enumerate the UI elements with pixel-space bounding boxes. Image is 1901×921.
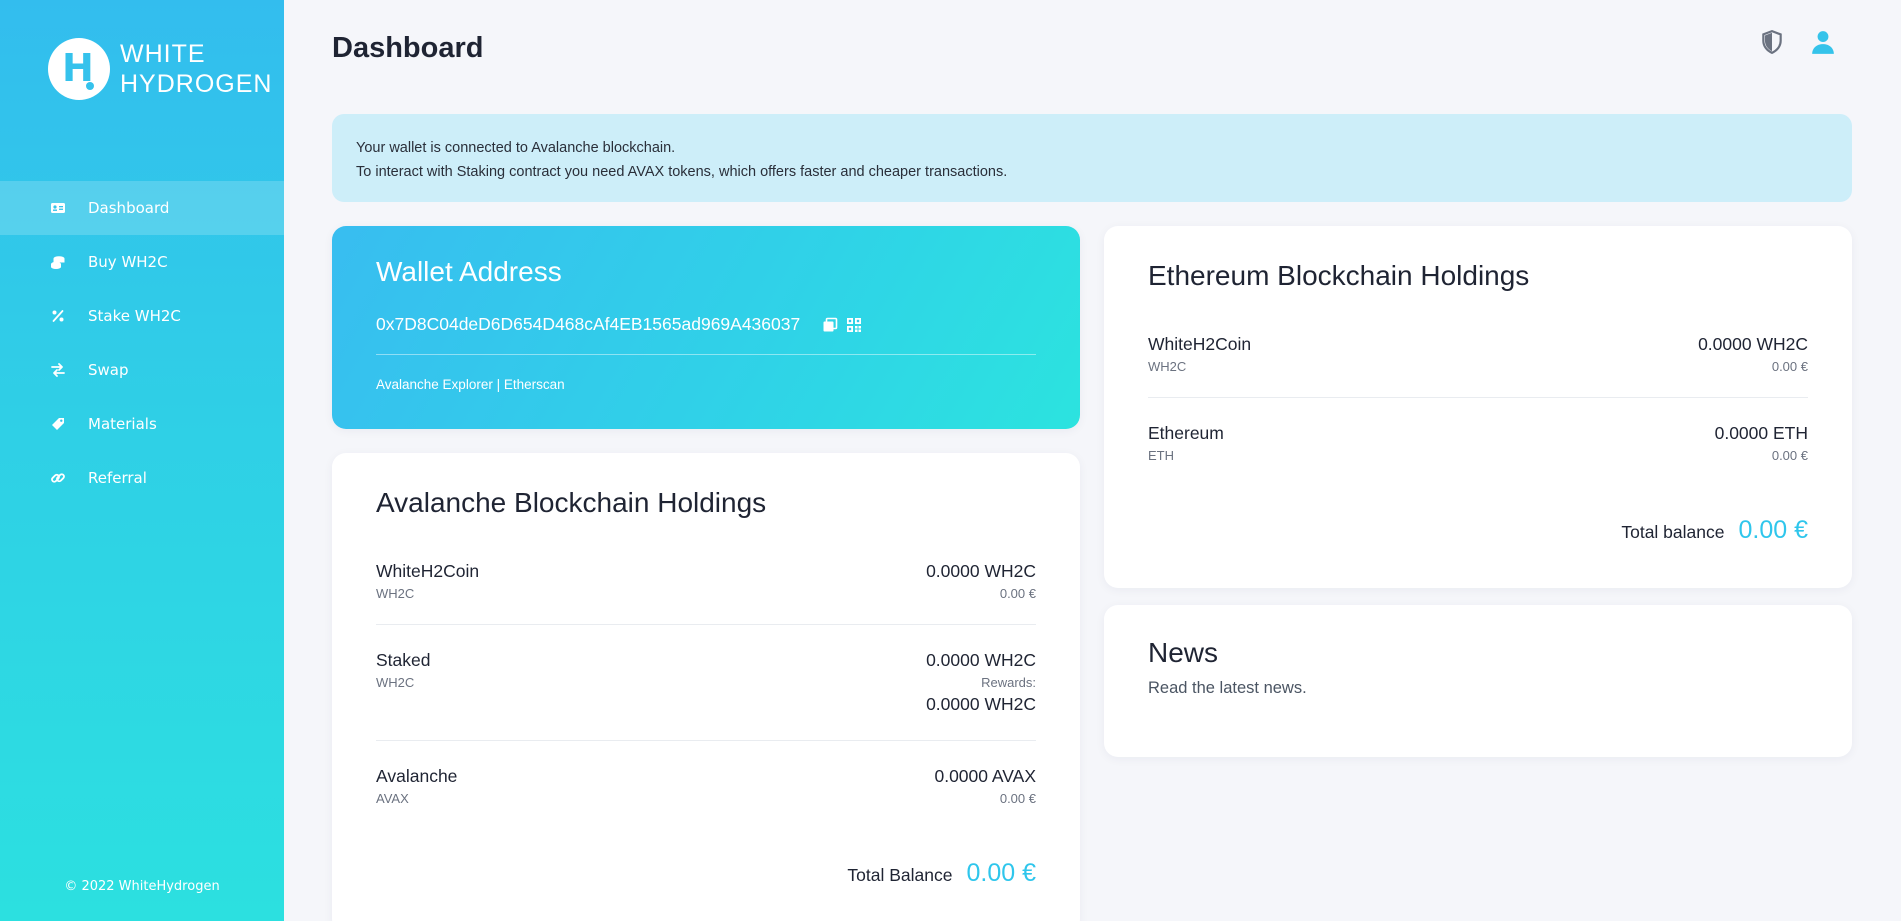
- holding-row-staked: Staked WH2C 0.0000 WH2C Rewards: 0.0000 …: [376, 650, 1036, 714]
- brand-name: WHITE HYDROGEN: [120, 39, 272, 99]
- percent-icon: [50, 308, 66, 324]
- brand-logo[interactable]: H WHITE HYDROGEN: [48, 38, 272, 100]
- user-icon[interactable]: [1810, 29, 1836, 55]
- holding-row-avax: Avalanche AVAX 0.0000 AVAX 0.00 €: [376, 766, 1036, 806]
- alert-line1: Your wallet is connected to Avalanche bl…: [356, 140, 676, 156]
- holding-eur-value: 0.00 €: [1771, 448, 1808, 463]
- sidebar-item-label: Referral: [88, 469, 147, 487]
- brand-name-line2: HYDROGEN: [120, 70, 273, 98]
- alert-line2: To interact with Staking contract you ne…: [356, 164, 1008, 180]
- holding-symbol: ETH: [1148, 448, 1174, 463]
- sidebar-item-swap[interactable]: Swap: [0, 343, 284, 397]
- holding-eur-value: 0.00 €: [999, 791, 1036, 806]
- brand-name-line1: WHITE: [120, 40, 206, 68]
- sidebar-item-dashboard[interactable]: Dashboard: [0, 181, 284, 235]
- qr-code-icon[interactable]: [846, 317, 862, 333]
- holding-amount: 0.0000 ETH: [1714, 423, 1808, 443]
- wallet-address-card: Wallet Address 0x7D8C04deD6D654D468cAf4E…: [332, 226, 1080, 429]
- sidebar-nav: Dashboard Buy WH2C Stake WH2C Swap Mater…: [0, 181, 284, 505]
- holding-row-wh2c: WhiteH2Coin WH2C 0.0000 WH2C 0.00 €: [376, 561, 1036, 601]
- logo-dot: [86, 82, 94, 90]
- holding-row-wh2c: WhiteH2Coin WH2C 0.0000 WH2C 0.00 €: [1148, 334, 1808, 374]
- wallet-divider: [376, 354, 1036, 355]
- news-card[interactable]: News Read the latest news.: [1104, 605, 1852, 757]
- total-balance-value: 0.00 €: [966, 859, 1036, 887]
- explorer-links: Avalanche Explorer | Etherscan: [376, 377, 565, 392]
- sidebar-item-label: Dashboard: [88, 199, 170, 217]
- avalanche-holdings-title: Avalanche Blockchain Holdings: [376, 487, 767, 518]
- sidebar-footer: © 2022 WhiteHydrogen: [64, 879, 220, 894]
- holding-amount: 0.0000 AVAX: [934, 766, 1036, 786]
- news-title: News: [1148, 637, 1219, 668]
- sidebar-item-materials[interactable]: Materials: [0, 397, 284, 451]
- logo-mark: H: [48, 38, 110, 100]
- row-divider: [376, 740, 1036, 741]
- ethereum-holdings-title: Ethereum Blockchain Holdings: [1148, 260, 1530, 291]
- holding-name: Ethereum: [1148, 423, 1224, 443]
- holding-amount: 0.0000 WH2C: [926, 650, 1036, 670]
- wallet-title: Wallet Address: [376, 256, 562, 287]
- total-balance-label: Total balance: [1621, 522, 1725, 542]
- swap-arrows-icon: [50, 362, 66, 378]
- total-balance-value: 0.00 €: [1738, 516, 1808, 544]
- wallet-connection-alert: Your wallet is connected to Avalanche bl…: [332, 114, 1852, 202]
- tag-icon: [50, 416, 66, 432]
- row-divider: [376, 624, 1036, 625]
- avalanche-total-balance: Total Balance 0.00 €: [847, 859, 1036, 888]
- sidebar-item-stake-wh2c[interactable]: Stake WH2C: [0, 289, 284, 343]
- holding-row-eth: Ethereum ETH 0.0000 ETH 0.00 €: [1148, 423, 1808, 463]
- holding-eur-value: 0.00 €: [999, 586, 1036, 601]
- holding-amount: 0.0000 WH2C: [926, 561, 1036, 581]
- page-title: Dashboard: [332, 32, 484, 64]
- wallet-address-row: 0x7D8C04deD6D654D468cAf4EB1565ad969A4360…: [376, 314, 862, 335]
- rewards-amount: 0.0000 WH2C: [926, 694, 1036, 714]
- id-card-icon: [50, 200, 66, 216]
- sidebar-item-label: Buy WH2C: [88, 253, 168, 271]
- ethereum-holdings-card: Ethereum Blockchain Holdings WhiteH2Coin…: [1104, 226, 1852, 588]
- sidebar-item-referral[interactable]: Referral: [0, 451, 284, 505]
- avalanche-explorer-link[interactable]: Avalanche Explorer: [376, 377, 493, 392]
- holding-eur-value: 0.00 €: [1771, 359, 1808, 374]
- sidebar-item-label: Materials: [88, 415, 157, 433]
- link-separator: |: [492, 377, 504, 392]
- shield-icon[interactable]: [1759, 29, 1785, 55]
- holding-amount: 0.0000 WH2C: [1698, 334, 1808, 354]
- wallet-address: 0x7D8C04deD6D654D468cAf4EB1565ad969A4360…: [376, 314, 801, 334]
- sidebar-item-buy-wh2c[interactable]: Buy WH2C: [0, 235, 284, 289]
- coins-icon: [50, 254, 66, 270]
- sidebar-item-label: Stake WH2C: [88, 307, 181, 325]
- total-balance-label: Total Balance: [847, 865, 953, 885]
- copy-icon[interactable]: [822, 317, 838, 333]
- sidebar: H WHITE HYDROGEN Dashboard Buy WH2C Stak…: [0, 0, 284, 921]
- row-divider: [1148, 397, 1808, 398]
- rewards-label: Rewards:: [981, 675, 1036, 690]
- ethereum-total-balance: Total balance 0.00 €: [1621, 516, 1808, 545]
- sidebar-item-label: Swap: [88, 361, 129, 379]
- etherscan-link[interactable]: Etherscan: [504, 377, 565, 392]
- news-subtitle: Read the latest news.: [1148, 679, 1307, 697]
- avalanche-holdings-card: Avalanche Blockchain Holdings WhiteH2Coi…: [332, 453, 1080, 921]
- link-icon: [50, 470, 66, 486]
